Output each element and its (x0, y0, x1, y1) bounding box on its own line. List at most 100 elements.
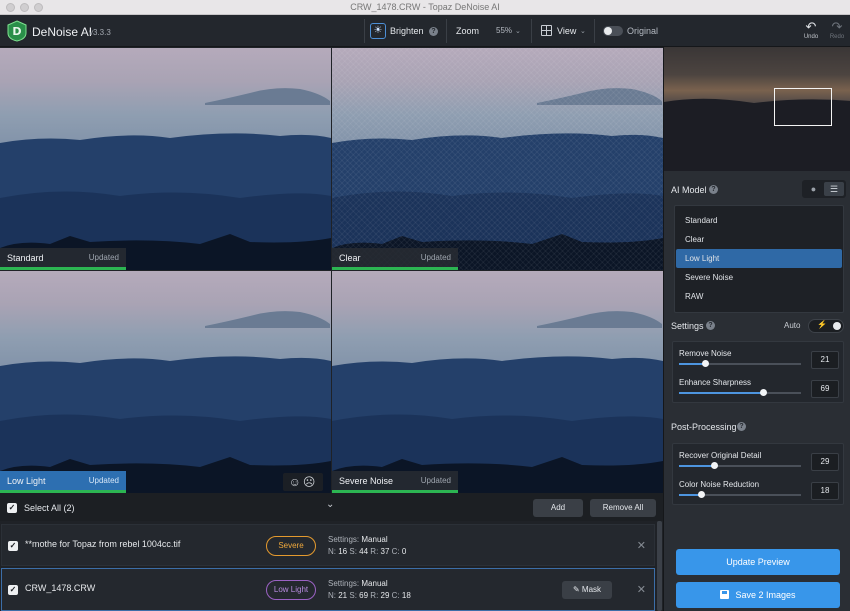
image-checkbox[interactable]: ✓ (8, 585, 18, 595)
brighten-button[interactable]: Brighten (390, 26, 424, 36)
settings-help-icon[interactable]: ? (706, 321, 715, 330)
image-settings: Settings: Manual N: 16 S: 44 R: 37 C: 0 (328, 535, 407, 556)
collapse-chevron-icon[interactable]: ⌄ (326, 499, 334, 510)
remove-image-close-icon[interactable]: ✕ (637, 583, 646, 596)
remove-noise-value[interactable]: 21 (811, 351, 839, 369)
toolbar-divider (531, 19, 532, 43)
model-item-clear[interactable]: Clear (676, 230, 842, 249)
brush-icon: ✎ (572, 585, 580, 594)
preview-name: Clear (339, 253, 361, 263)
grid-view-icon[interactable] (541, 25, 552, 36)
image-row[interactable]: ✓ **mothe for Topaz from rebel 1004cc.ti… (1, 524, 655, 566)
toolbar-divider (594, 19, 595, 43)
ai-model-list: Standard Clear Low Light Severe Noise RA… (674, 205, 844, 313)
recover-detail-value[interactable]: 29 (811, 453, 839, 471)
select-all-checkbox[interactable]: ✓ (7, 503, 17, 513)
color-noise-value[interactable]: 18 (811, 482, 839, 500)
enhance-sharpness-slider[interactable] (679, 389, 801, 396)
list-scrollbar[interactable] (657, 521, 662, 611)
image-checkbox[interactable]: ✓ (8, 541, 18, 551)
remove-noise-label: Remove Noise (679, 349, 732, 358)
preview-name: Severe Noise (339, 476, 394, 486)
window-title: CRW_1478.CRW - Topaz DeNoise AI (350, 2, 500, 12)
select-all-label[interactable]: Select All (2) (24, 503, 75, 513)
svg-text:D: D (12, 25, 21, 38)
preview-low-light[interactable]: Low Light Updated ☺☹ (0, 271, 331, 493)
toolbar-divider (364, 19, 365, 43)
remove-image-close-icon[interactable]: ✕ (637, 539, 646, 552)
preview-label: Severe Noise Updated (332, 471, 458, 491)
model-badge[interactable]: Severe (266, 536, 316, 556)
brighten-icon[interactable]: ☀ (370, 23, 386, 39)
right-panel: AI Model ? ● ☰ Standard Clear Low Light … (663, 47, 850, 611)
update-preview-button[interactable]: Update Preview (676, 549, 840, 575)
rating-faces[interactable]: ☺☹ (283, 473, 323, 491)
preview-label: Clear Updated (332, 248, 458, 268)
preview-label: Standard Updated (0, 248, 126, 268)
app-toolbar: D DeNoise AI v3.3.3 ☀ Brighten ? Zoom 55… (0, 15, 850, 47)
post-processing-sliders: Recover Original Detail 29 Color Noise R… (672, 443, 844, 505)
preview-progress-bar (332, 267, 458, 270)
preview-status: Updated (88, 253, 119, 262)
post-processing-help-icon[interactable]: ? (737, 422, 746, 431)
preview-clear[interactable]: Clear Updated (332, 48, 663, 270)
model-view-toggle[interactable]: ● ☰ (802, 180, 846, 198)
recover-detail-slider[interactable] (679, 462, 801, 469)
preview-name: Standard (7, 253, 44, 263)
image-list-header: ✓ Select All (2) ⌄ Add Remove All (0, 493, 663, 521)
enhance-sharpness-label: Enhance Sharpness (679, 378, 752, 387)
image-settings: Settings: Manual N: 21 S: 69 R: 29 C: 18 (328, 579, 411, 600)
auto-toggle[interactable]: ⚡ (808, 319, 844, 333)
image-row[interactable]: ✓ CRW_1478.CRW Low Light Settings: Manua… (1, 568, 655, 611)
preview-status: Updated (420, 253, 451, 262)
add-button[interactable]: Add (533, 499, 583, 517)
redo-label: Redo (829, 34, 845, 40)
model-item-severe-noise[interactable]: Severe Noise (676, 268, 842, 287)
recover-detail-label: Recover Original Detail (679, 451, 762, 460)
smile-face-icon[interactable]: ☺ (289, 475, 303, 489)
ai-model-help-icon[interactable]: ? (709, 185, 718, 194)
model-badge[interactable]: Low Light (266, 580, 316, 600)
redo-icon: ↷ (831, 19, 843, 34)
navigator-preview[interactable] (664, 47, 850, 171)
model-item-standard[interactable]: Standard (676, 211, 842, 230)
list-icon[interactable]: ☰ (824, 182, 844, 196)
view-chevron-down-icon[interactable]: ⌄ (580, 27, 586, 35)
zoom-chevron-down-icon[interactable]: ⌄ (515, 27, 521, 35)
color-noise-slider[interactable] (679, 491, 801, 498)
settings-label: Settings (671, 321, 704, 331)
model-item-raw[interactable]: RAW (676, 287, 842, 306)
denoise-logo-icon: D (7, 20, 27, 42)
brighten-help-icon[interactable]: ? (429, 27, 438, 36)
remove-all-button[interactable]: Remove All (590, 499, 656, 517)
preview-status: Updated (88, 476, 119, 485)
settings-sliders: Remove Noise 21 Enhance Sharpness 69 (672, 341, 844, 403)
preview-standard[interactable]: Standard Updated (0, 48, 331, 270)
original-label: Original (627, 26, 659, 36)
undo-button[interactable]: ↶ Undo (800, 19, 822, 41)
auto-label: Auto (784, 321, 801, 330)
save-icon (720, 590, 730, 599)
navigator-viewport-rect[interactable] (774, 88, 832, 126)
ai-model-label: AI Model (671, 185, 707, 195)
view-select[interactable]: View (557, 26, 576, 36)
wand-icon: ⚡ (817, 320, 827, 329)
zoom-select[interactable]: 55% (496, 26, 512, 35)
pin-icon[interactable]: ● (804, 182, 823, 196)
color-noise-label: Color Noise Reduction (679, 480, 760, 489)
preview-severe-noise[interactable]: Severe Noise Updated (332, 271, 663, 493)
remove-noise-slider[interactable] (679, 360, 801, 367)
model-item-low-light[interactable]: Low Light (676, 249, 842, 268)
enhance-sharpness-value[interactable]: 69 (811, 380, 839, 398)
save-images-button[interactable]: Save 2 Images (676, 582, 840, 608)
neutral-face-icon[interactable]: ☹ (303, 475, 318, 489)
mask-button[interactable]: ✎ Mask (562, 581, 612, 599)
preview-progress-bar (0, 267, 126, 270)
undo-label: Undo (803, 34, 819, 40)
app-version: v3.3.3 (89, 28, 111, 37)
app-name: DeNoise AI (32, 25, 93, 39)
redo-button[interactable]: ↷ Redo (826, 19, 848, 41)
undo-icon: ↶ (805, 19, 817, 34)
preview-label: Low Light Updated (0, 471, 126, 491)
original-toggle[interactable] (603, 26, 623, 36)
